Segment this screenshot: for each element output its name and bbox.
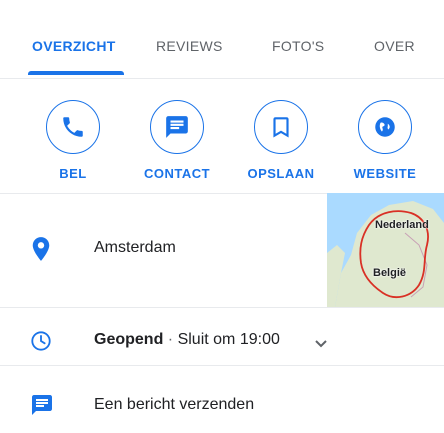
chat-icon <box>150 100 204 154</box>
call-button[interactable]: BEL <box>28 100 118 181</box>
message-text: Een bericht verzenden <box>94 396 255 413</box>
hours-row[interactable]: Geopend · Sluit om 19:00 <box>0 308 444 364</box>
tab-over[interactable]: OVER <box>374 38 415 54</box>
chevron-down-icon[interactable] <box>314 336 328 354</box>
message-row[interactable]: Een bericht verzenden <box>0 366 444 433</box>
clock-icon <box>30 330 52 357</box>
tab-bar: OVERZICHT REVIEWS FOTO'S OVER <box>0 0 444 78</box>
save-button[interactable]: OPSLAAN <box>236 100 326 181</box>
website-label: WEBSITE <box>353 166 417 181</box>
map-graphic <box>327 193 444 307</box>
map-label-nederland: Nederland <box>375 219 429 231</box>
contact-button[interactable]: CONTACT <box>132 100 222 181</box>
hours-separator: · <box>167 331 174 348</box>
hours-closing: Sluit om 19:00 <box>177 331 280 348</box>
location-map[interactable]: Nederland België <box>327 193 444 307</box>
map-label-belgie: België <box>373 267 407 279</box>
active-tab-indicator <box>28 71 124 75</box>
address-text: Amsterdam <box>94 239 176 256</box>
hours-text: Geopend · Sluit om 19:00 <box>94 331 280 349</box>
globe-icon <box>358 100 412 154</box>
call-label: BEL <box>59 166 87 181</box>
tab-fotos[interactable]: FOTO'S <box>272 38 324 54</box>
tab-reviews[interactable]: REVIEWS <box>156 38 223 54</box>
tab-divider <box>0 78 444 79</box>
contact-label: CONTACT <box>143 166 211 181</box>
bookmark-icon <box>254 100 308 154</box>
save-label: OPSLAAN <box>247 166 315 181</box>
phone-icon <box>46 100 100 154</box>
website-button[interactable]: WEBSITE <box>340 100 430 181</box>
hours-status: Geopend <box>94 331 164 348</box>
message-icon <box>30 393 54 422</box>
location-pin-icon <box>30 236 52 267</box>
tab-overzicht[interactable]: OVERZICHT <box>32 38 116 54</box>
